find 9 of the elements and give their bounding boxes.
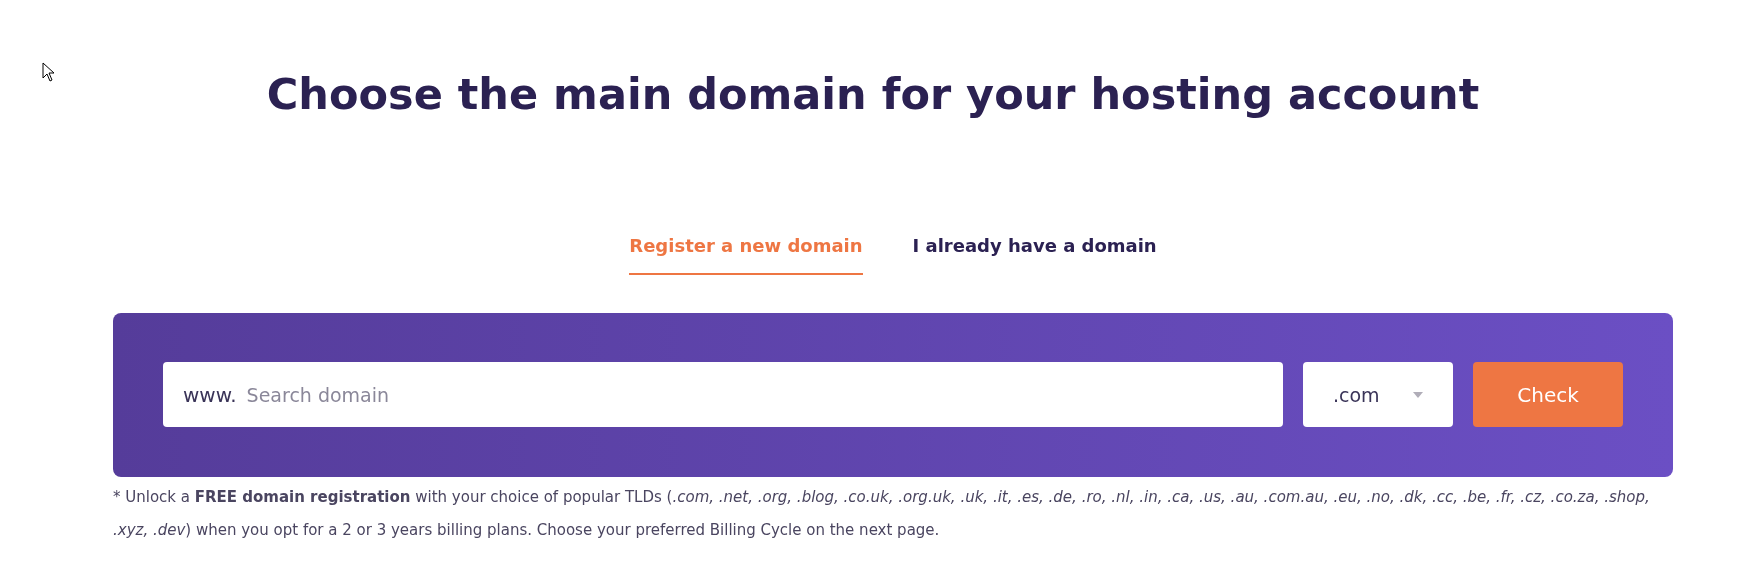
caret-icon [1413, 391, 1423, 398]
search-input[interactable]: Search domain [246, 380, 1263, 409]
www-prefix: www. [183, 381, 237, 409]
tab[interactable]: I already have a domain [912, 231, 1157, 275]
tld-dropdown[interactable]: .com [1303, 362, 1453, 428]
free-domain-note: * Unlock a FREE domain registration with your choice of popular TLDs (.com, .net, .org, .blog, .co.uk, .org.uk, .uk, .it, .es, .de, .ro, .nl, .in, .ca, .us, .au, .com.au, .eu, .no, .dk, .cc, .be, .fr, .cz, .co.za, .shop, .xyz, .dev) when you opt for a 2 or 3 years billing plans. Choose your preferred Billing Cycle on the next page. [113, 486, 1651, 541]
page-title: Choose the main domain for your hosting account [266, 68, 1480, 121]
mouse-cursor-icon [42, 62, 56, 82]
domain-search-field[interactable]: www. Search domain [163, 362, 1283, 428]
